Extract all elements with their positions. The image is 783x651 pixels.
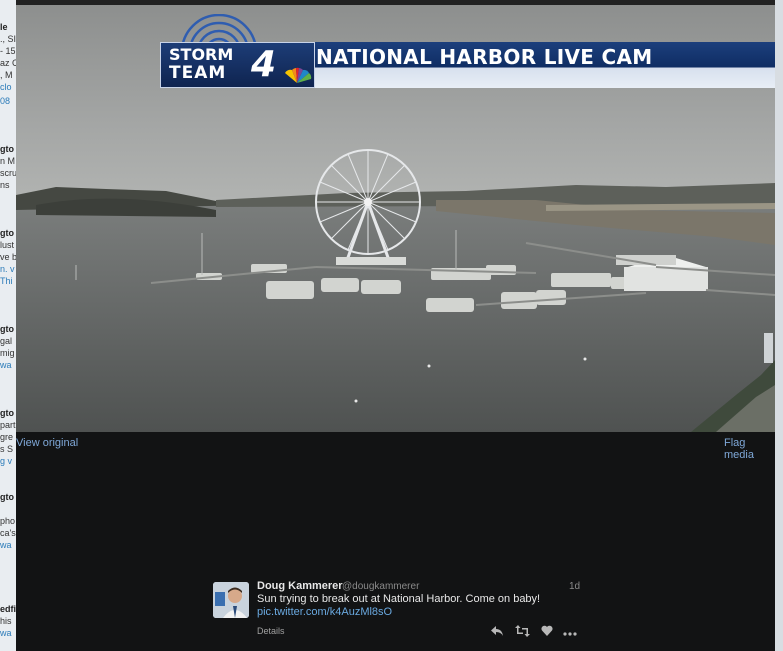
tweet-photo[interactable]: STORM TEAM 4 NATIONAL HARBOR LIVE CAM bbox=[16, 5, 775, 432]
media-modal: STORM TEAM 4 NATIONAL HARBOR LIVE CAM Vi… bbox=[16, 5, 775, 651]
background-timeline-text: gal bbox=[0, 336, 13, 346]
tweet-media-link[interactable]: pic.twitter.com/k4AuzMl8sO bbox=[257, 606, 392, 618]
tweet-text: Sun trying to break out at National Harb… bbox=[257, 593, 541, 605]
background-timeline-text: wa bbox=[0, 360, 12, 370]
flag-media-link[interactable]: Flag media bbox=[724, 437, 775, 461]
background-timeline-text: wa bbox=[0, 540, 12, 550]
reply-icon[interactable] bbox=[491, 625, 504, 640]
background-timeline-text: n M bbox=[0, 156, 16, 166]
background-timeline-text: gto bbox=[0, 408, 14, 418]
more-icon[interactable] bbox=[563, 625, 577, 639]
background-timeline-text: az C bbox=[0, 58, 16, 68]
background-timeline-text: wa bbox=[0, 628, 12, 638]
background-timeline-text: , M bbox=[0, 70, 13, 80]
tweet-actions bbox=[491, 625, 591, 639]
background-timeline-text: edfi bbox=[0, 604, 16, 614]
background-timeline-text: scru bbox=[0, 168, 16, 178]
banner-title: NATIONAL HARBOR LIVE CAM bbox=[316, 45, 653, 69]
background-timeline-text: gto bbox=[0, 492, 14, 502]
avatar[interactable] bbox=[213, 582, 249, 618]
tweet-author-handle[interactable]: @dougkammerer bbox=[342, 581, 419, 592]
background-right-edge bbox=[775, 0, 783, 651]
background-timeline-text: ca's bbox=[0, 528, 16, 538]
background-timeline-text: mig bbox=[0, 348, 15, 358]
background-timeline-text: le bbox=[0, 22, 8, 32]
background-timeline-text: clo bbox=[0, 82, 12, 92]
background-timeline-text: his bbox=[0, 616, 12, 626]
avatar-image bbox=[213, 582, 249, 618]
retweet-icon[interactable] bbox=[515, 625, 530, 640]
background-timeline-text: lust bbox=[0, 240, 15, 250]
tweet-author-name[interactable]: Doug Kammerer bbox=[257, 580, 343, 592]
view-original-link[interactable]: View original bbox=[16, 437, 78, 449]
background-timeline-text: gto bbox=[0, 324, 14, 334]
background-timeline-text: gto bbox=[0, 228, 14, 238]
tweet-details-link[interactable]: Details bbox=[257, 626, 285, 636]
nbc-peacock-icon bbox=[285, 67, 312, 83]
background-timeline-text: ., SI bbox=[0, 34, 16, 44]
background-timeline: le ., SI - 15 az C , M clo 08 gto n M scru ns gto lu… bbox=[0, 0, 16, 651]
tweet-card: Doug Kammerer @dougkammerer 1d Sun tryin… bbox=[213, 580, 593, 640]
background-timeline-text: pho bbox=[0, 516, 16, 526]
heart-icon[interactable] bbox=[541, 625, 553, 639]
background-timeline-text: 08 bbox=[0, 96, 11, 106]
logo-number: 4 bbox=[251, 44, 277, 85]
background-timeline-text: Thi bbox=[0, 276, 13, 286]
background-timeline-text: ns bbox=[0, 180, 10, 190]
storm-team-logo: STORM TEAM 4 bbox=[160, 42, 315, 88]
background-timeline-text: gre bbox=[0, 432, 14, 442]
background-timeline-text: part bbox=[0, 420, 16, 430]
background-timeline-text: g v bbox=[0, 456, 13, 466]
storm-team-banner: STORM TEAM 4 NATIONAL HARBOR LIVE CAM bbox=[160, 42, 775, 88]
background-timeline-text: s S bbox=[0, 444, 14, 454]
background-timeline-text: n. v bbox=[0, 264, 15, 274]
tweet-timestamp[interactable]: 1d bbox=[569, 581, 580, 592]
logo-storm-text: STORM bbox=[169, 45, 234, 64]
background-timeline-text: - 15 bbox=[0, 46, 16, 56]
logo-team-text: TEAM bbox=[169, 63, 227, 83]
background-timeline-text: ve b bbox=[0, 252, 16, 262]
background-timeline-text: gto bbox=[0, 144, 14, 154]
